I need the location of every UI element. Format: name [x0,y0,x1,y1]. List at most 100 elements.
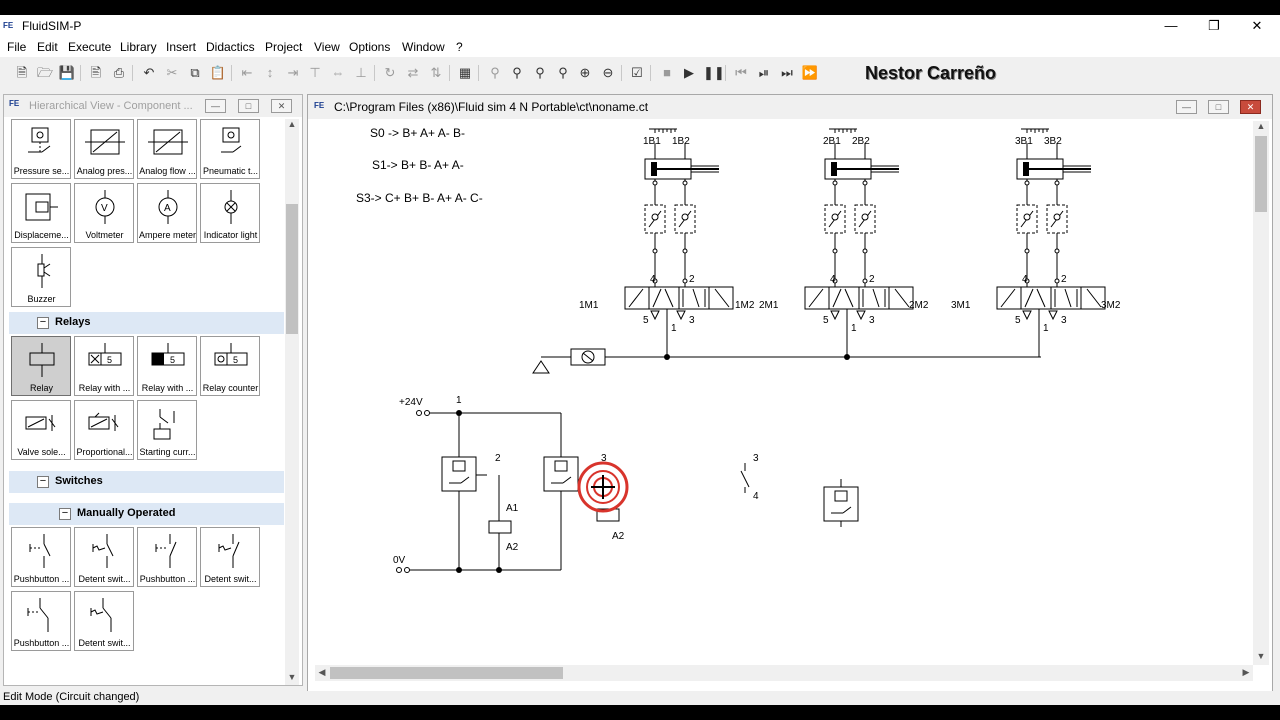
step-icon[interactable]: ⏯ [755,64,773,82]
zoom-out-icon[interactable]: ⊖ [599,64,617,82]
grid-icon[interactable]: ▦ [456,64,474,82]
library-item-starting-current[interactable]: Starting curr... [137,400,197,460]
canvas-scroll-right-icon[interactable]: ▶ [1239,667,1253,678]
library-item-valve-solenoid[interactable]: Valve sole... [11,400,71,460]
collapse-relays-icon[interactable]: − [37,317,49,329]
play-icon[interactable]: ▶ [680,64,698,82]
library-item-analog-pressure[interactable]: Analog pres... [74,119,134,179]
pause-icon[interactable]: ❚❚ [703,64,725,82]
mirror-h-icon[interactable]: ⇄ [404,64,422,82]
menu-window[interactable]: Window [402,40,445,54]
stop-icon[interactable]: ■ [658,64,676,82]
library-item-ampere-meter[interactable]: A Ampere meter [137,183,197,243]
menu-options[interactable]: Options [349,40,390,54]
library-item-pushbutton-2[interactable]: Pushbutton ... [137,527,197,587]
library-item-pushbutton-3[interactable]: Pushbutton ... [11,591,71,651]
library-item-relay-with-delay-2[interactable]: 5 Relay with ... [137,336,197,396]
relay-coil-1[interactable] [488,520,512,534]
library-item-detent-switch-3[interactable]: Detent swit... [74,591,134,651]
library-item-relay-with-delay[interactable]: 5 Relay with ... [74,336,134,396]
fast-forward-icon[interactable]: ⏩ [801,64,819,82]
group-switches[interactable]: − Switches [9,471,284,493]
zoom-in-icon[interactable]: ⊕ [576,64,594,82]
group-relays[interactable]: − Relays [9,312,284,334]
menu-project[interactable]: Project [265,40,302,54]
canvas-horizontal-scrollbar[interactable]: ◀ ▶ [315,665,1253,681]
group-manually-operated[interactable]: − Manually Operated [9,503,284,525]
align-center-icon[interactable]: ↕ [261,64,279,82]
print-icon[interactable]: ⎙ [110,64,128,82]
panel-minimize-button[interactable]: — [205,99,226,113]
zoom-full-icon[interactable]: ⚲ [554,64,572,82]
library-item-displacement[interactable]: Displaceme... [11,183,71,243]
collapse-switches-icon[interactable]: − [37,476,49,488]
library-item-detent-switch-2[interactable]: Detent swit... [200,527,260,587]
library-item-relay[interactable]: Relay [11,336,71,396]
menu-help[interactable]: ? [456,40,463,54]
canvas-scroll-left-icon[interactable]: ◀ [315,667,329,678]
library-scrollbar[interactable]: ▲ ▼ [285,119,299,685]
rotate-icon[interactable]: ↻ [381,64,399,82]
library-item-buzzer[interactable]: Buzzer [11,247,71,307]
menu-view[interactable]: View [314,40,340,54]
close-button[interactable]: ✕ [1235,15,1279,37]
open-icon[interactable]: 🗁 [36,64,54,82]
circuit-canvas[interactable]: S0 -> B+ A+ A- B- S1-> B+ B- A+ A- S3-> … [315,121,1253,665]
paste-icon[interactable]: 📋 [209,64,227,82]
library-item-pneumatic-timer[interactable]: Pneumatic t... [200,119,260,179]
library-item-pressure-sensor[interactable]: Pressure se... [11,119,71,179]
library-item-analog-flow[interactable]: Analog flow ... [137,119,197,179]
align-top-icon[interactable]: ⊤ [306,64,324,82]
proximity-switch-1[interactable] [441,456,477,492]
cut-icon[interactable]: ✂ [163,64,181,82]
proximity-switch-3[interactable] [823,486,859,522]
minimize-button[interactable]: — [1149,15,1193,37]
check-icon[interactable]: ☑ [628,64,646,82]
library-item-relay-counter[interactable]: 5 Relay counter [200,336,260,396]
save-icon[interactable]: 💾 [58,64,76,82]
cylinder-3[interactable]: 3B1 3B2 3M1 3M2 4 2 5 3 1 [951,128,1121,358]
canvas-vertical-scrollbar[interactable]: ▲ ▼ [1253,121,1269,665]
library-item-pushbutton-1[interactable]: Pushbutton ... [11,527,71,587]
new-icon[interactable]: 🗎 [13,64,31,82]
step-forward-icon[interactable]: ⏭ [778,64,796,82]
library-scroll-thumb[interactable] [286,204,298,334]
cylinder-1[interactable]: 1B1 1B2 1M1 1M2 4 2 5 3 1 [579,128,755,358]
panel-close-button[interactable]: ✕ [271,99,292,113]
align-bottom-icon[interactable]: ⊥ [352,64,370,82]
canvas-scroll-down-icon[interactable]: ▼ [1254,651,1268,661]
undo-icon[interactable]: ↶ [140,64,158,82]
canvas-vscroll-thumb[interactable] [1255,136,1267,212]
menu-insert[interactable]: Insert [166,40,196,54]
align-right-icon[interactable]: ⇥ [284,64,302,82]
collapse-manual-icon[interactable]: − [59,508,71,520]
library-item-voltmeter[interactable]: V Voltmeter [74,183,134,243]
preview-icon[interactable]: 🖹 [87,64,105,82]
panel-maximize-button[interactable]: □ [238,99,259,113]
zoom-window-icon[interactable]: ⚲ [508,64,526,82]
menu-didactics[interactable]: Didactics [206,40,255,54]
menu-file[interactable]: File [7,40,26,54]
restore-button[interactable]: ❐ [1192,15,1236,37]
menu-execute[interactable]: Execute [68,40,111,54]
align-middle-icon[interactable]: ⇔ [329,64,347,82]
library-item-proportional[interactable]: Proportional... [74,400,134,460]
scroll-down-icon[interactable]: ▼ [285,672,299,682]
canvas-scroll-up-icon[interactable]: ▲ [1254,121,1268,131]
library-item-indicator-light[interactable]: Indicator light [200,183,260,243]
doc-maximize-button[interactable]: □ [1208,100,1229,114]
copy-icon[interactable]: ⧉ [186,64,204,82]
doc-close-button[interactable]: ✕ [1240,100,1261,114]
align-left-icon[interactable]: ⇤ [238,64,256,82]
library-item-detent-switch-1[interactable]: Detent swit... [74,527,134,587]
reset-icon[interactable]: ⏮ [732,64,750,82]
zoom-icon[interactable]: ⚲ [486,64,504,82]
compressed-air-source[interactable] [532,360,550,374]
menu-edit[interactable]: Edit [37,40,58,54]
canvas-hscroll-thumb[interactable] [330,667,563,679]
mirror-v-icon[interactable]: ⇅ [427,64,445,82]
doc-minimize-button[interactable]: — [1176,100,1197,114]
scroll-up-icon[interactable]: ▲ [285,119,299,129]
menu-library[interactable]: Library [120,40,157,54]
cylinder-2[interactable]: 2B1 2B2 2M1 2M2 4 2 5 3 1 [759,128,929,358]
